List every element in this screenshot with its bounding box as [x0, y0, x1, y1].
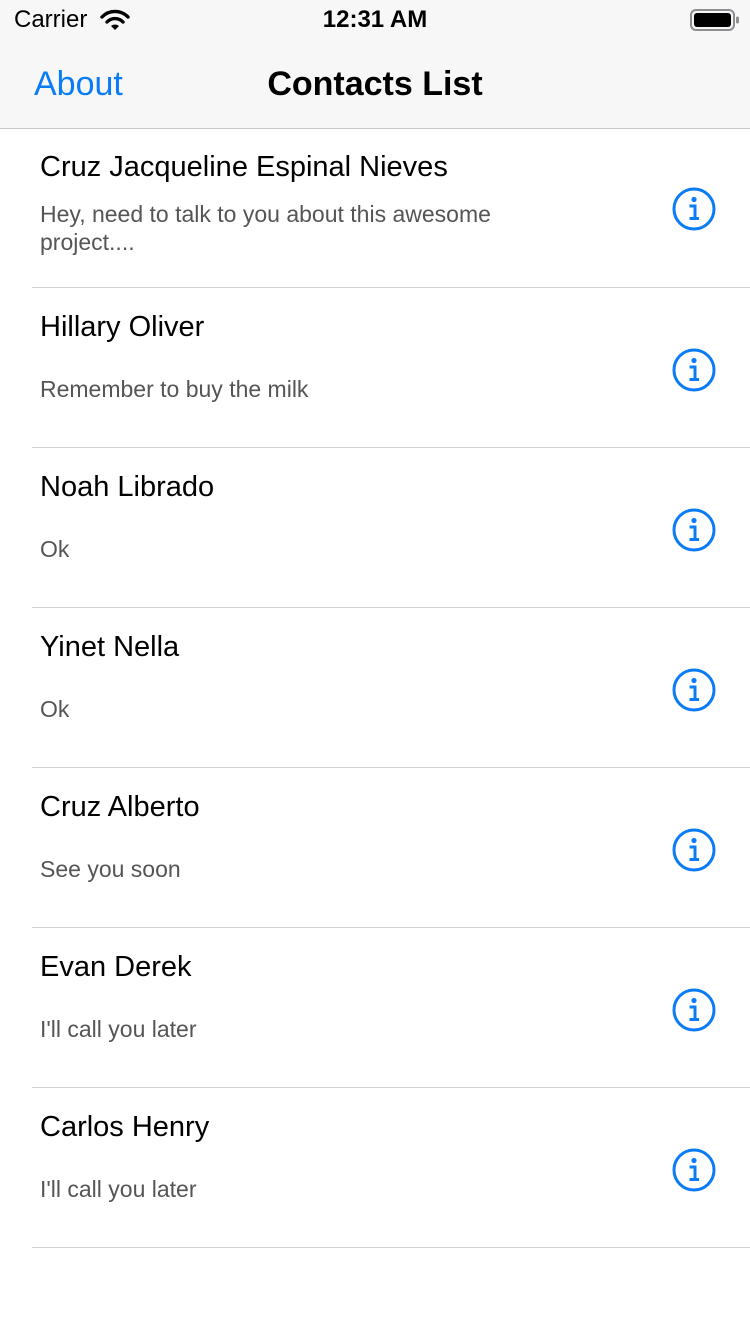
battery-icon	[690, 9, 739, 31]
info-circle-icon[interactable]	[670, 826, 718, 874]
contact-message: See you soon	[40, 856, 181, 882]
contact-name: Cruz Jacqueline Espinal Nieves	[40, 151, 448, 183]
contact-name: Cruz Alberto	[40, 791, 200, 823]
navigation-bar: About Contacts List	[0, 40, 750, 129]
info-circle-icon[interactable]	[670, 1146, 718, 1194]
contact-message: Ok	[40, 696, 70, 722]
contact-row[interactable]: Hillary Oliver Remember to buy the milk	[32, 288, 750, 448]
contact-name: Hillary Oliver	[40, 311, 205, 343]
contact-row[interactable]: Carlos Henry I'll call you later	[32, 1088, 750, 1248]
info-circle-icon[interactable]	[670, 185, 718, 233]
contact-row[interactable]: Cruz Alberto See you soon	[32, 768, 750, 928]
contact-message: I'll call you later	[40, 1176, 197, 1202]
contact-name: Evan Derek	[40, 951, 192, 983]
info-circle-icon[interactable]	[670, 666, 718, 714]
contacts-list: Cruz Jacqueline Espinal Nieves Hey, need…	[0, 128, 750, 1248]
contact-message: Ok	[40, 536, 70, 562]
contact-message: Remember to buy the milk	[40, 376, 309, 402]
status-bar: Carrier 12:31 AM	[0, 0, 750, 40]
status-time: 12:31 AM	[322, 6, 428, 33]
contact-row[interactable]: Yinet Nella Ok	[32, 608, 750, 768]
contact-message: I'll call you later	[40, 1016, 197, 1042]
contact-row[interactable]: Evan Derek I'll call you later	[32, 928, 750, 1088]
info-circle-icon[interactable]	[670, 986, 718, 1034]
page-title: Contacts List	[267, 65, 483, 103]
contact-name: Yinet Nella	[40, 631, 180, 663]
contact-name: Carlos Henry	[40, 1111, 210, 1143]
contact-name: Noah Librado	[40, 471, 215, 503]
info-circle-icon[interactable]	[670, 346, 718, 394]
contact-row[interactable]: Cruz Jacqueline Espinal Nieves Hey, need…	[32, 128, 750, 288]
contact-row[interactable]: Noah Librado Ok	[32, 448, 750, 608]
contact-message: Hey, need to talk to you about this awes…	[40, 201, 491, 255]
info-circle-icon[interactable]	[670, 506, 718, 554]
